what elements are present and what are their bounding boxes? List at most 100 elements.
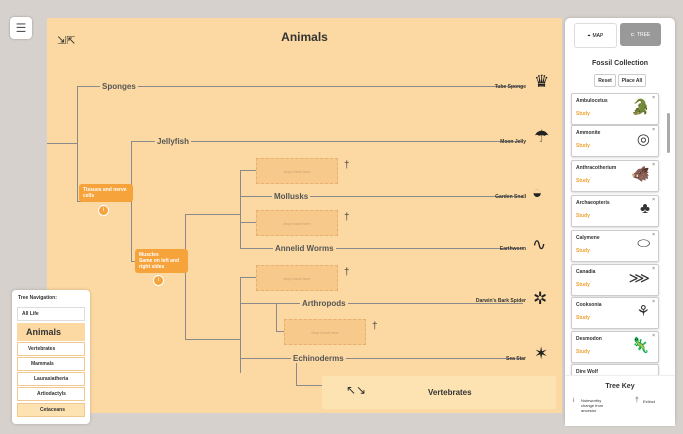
- spider-icon: ✲: [533, 289, 548, 308]
- leaf-tube-sponge: Tube Sponge: [494, 84, 526, 90]
- menu-icon: ☰: [15, 21, 27, 35]
- close-icon[interactable]: ×: [652, 299, 655, 305]
- info-icon: i: [573, 398, 575, 404]
- fossil-name: Canadia: [576, 269, 596, 275]
- jellyfish-icon: ☂: [534, 127, 550, 146]
- study-link[interactable]: Study: [576, 349, 590, 355]
- fossil-card[interactable]: Anthracotherium Study × 🐗: [571, 160, 659, 192]
- ammonite-icon: ◎: [636, 131, 650, 148]
- fossil-card[interactable]: Ammonite Study × ◎: [571, 125, 659, 157]
- close-icon[interactable]: ×: [652, 232, 655, 238]
- study-link[interactable]: Study: [576, 213, 590, 219]
- clade-echinoderms[interactable]: Echinoderms: [291, 354, 346, 363]
- nav-item-mammals[interactable]: Mammals: [17, 357, 85, 371]
- study-link[interactable]: Study: [576, 315, 590, 321]
- fossil-name: Archaeopteris: [576, 200, 610, 206]
- extinct-dagger-icon: †: [635, 397, 639, 404]
- fossil-sidebar: ⌖ MAP ⊏ TREE Fossil Collection Reset Place…: [565, 18, 675, 426]
- fossil-name: Ammonite: [576, 130, 601, 136]
- node-muscles[interactable]: Muscles Same on left and right sides: [135, 249, 188, 273]
- nav-item-vertebrates[interactable]: Vertebrates: [17, 342, 85, 356]
- close-icon[interactable]: ×: [652, 266, 655, 272]
- fossil-card[interactable]: Archaeopteris Study × ♣: [571, 195, 659, 227]
- leaf-moon-jelly: Moon Jelly: [500, 139, 526, 145]
- expand-arrows-icon[interactable]: ↖↘: [346, 383, 366, 397]
- clade-jellyfish[interactable]: Jellyfish: [155, 137, 192, 146]
- study-link[interactable]: Study: [576, 248, 590, 254]
- extinct-dagger-icon: †: [344, 212, 350, 223]
- nav-item-all-life[interactable]: All Life: [17, 307, 85, 321]
- tree-icon: ⊏: [630, 31, 635, 38]
- sea-star-icon: ✶: [534, 344, 549, 363]
- nav-item-animals[interactable]: Animals: [17, 323, 85, 341]
- close-icon[interactable]: ×: [652, 95, 655, 101]
- calymene-icon: ⬭: [637, 235, 650, 252]
- tree-navigation: Tree Navigation: All Life Animals Verteb…: [12, 290, 90, 424]
- snail-icon: ◒: [532, 183, 543, 202]
- key-extinct-text: Extinct: [643, 399, 656, 404]
- scrollbar[interactable]: [667, 113, 670, 153]
- map-icon: ⌖: [587, 32, 591, 39]
- close-icon[interactable]: ×: [652, 127, 655, 133]
- fossil-drop-zone[interactable]: drop fossil here: [256, 265, 338, 291]
- clade-mollusks[interactable]: Mollusks: [272, 192, 311, 201]
- ambulocetus-icon: 🐊: [631, 99, 650, 116]
- clade-arthropods[interactable]: Arthropods: [300, 299, 348, 308]
- fossil-drop-zone[interactable]: drop fossil here: [284, 319, 366, 345]
- fossil-drop-zone[interactable]: drop fossil here: [256, 158, 338, 184]
- leaf-earthworm: Earthworm: [499, 246, 526, 252]
- close-icon[interactable]: ×: [652, 197, 655, 203]
- study-link[interactable]: Study: [576, 143, 590, 149]
- anthracotherium-icon: 🐗: [631, 166, 650, 183]
- node-tissues[interactable]: Tissues and nerve cells: [79, 184, 133, 202]
- info-icon[interactable]: i: [153, 275, 164, 286]
- clade-sponges[interactable]: Sponges: [100, 82, 138, 91]
- fossil-card[interactable]: Calymene Study × ⬭: [571, 230, 659, 262]
- tree-key-panel: Tree Key i Noteworthy change from ancest…: [565, 375, 675, 426]
- fossil-card[interactable]: Ambulocetus Study × 🐊: [571, 93, 659, 125]
- node-symmetry-text: Same on left and right sides: [139, 258, 180, 270]
- fossil-name: Calymene: [576, 235, 600, 241]
- reset-button[interactable]: Reset: [594, 74, 616, 87]
- leaf-sea-star: Sea Star: [505, 356, 526, 362]
- nav-heading: Tree Navigation:: [18, 295, 57, 301]
- leaf-spider: Darwin's Bark Spider: [475, 298, 526, 304]
- fossil-card[interactable]: Cooksonia Study × ⚘: [571, 297, 659, 329]
- fossil-name: Anthracotherium: [576, 165, 617, 171]
- menu-button[interactable]: ☰: [10, 17, 32, 39]
- study-link[interactable]: Study: [576, 111, 590, 117]
- study-link[interactable]: Study: [576, 178, 590, 184]
- cooksonia-icon: ⚘: [636, 303, 650, 320]
- tab-map[interactable]: ⌖ MAP: [574, 23, 617, 48]
- info-icon[interactable]: i: [98, 205, 109, 216]
- nav-item-cetaceans[interactable]: Cetaceans: [17, 403, 85, 417]
- canvas-title: Animals: [281, 30, 328, 44]
- nav-item-laurasiatheria[interactable]: Laurasiatheria: [17, 372, 85, 386]
- nav-item-artiodactyls[interactable]: Artiodactyls: [17, 387, 85, 401]
- fossil-name: Cooksonia: [576, 302, 602, 308]
- tab-tree[interactable]: ⊏ TREE: [620, 23, 661, 46]
- canadia-icon: ⋙: [628, 270, 650, 287]
- extinct-dagger-icon: †: [372, 321, 378, 332]
- study-link[interactable]: Study: [576, 282, 590, 288]
- fossil-card[interactable]: Desmodon Study × 🦎: [571, 331, 659, 363]
- fossil-name: Desmodon: [576, 336, 602, 342]
- tab-tree-label: TREE: [636, 31, 651, 38]
- tree-key-heading: Tree Key: [605, 383, 635, 390]
- clade-annelid[interactable]: Annelid Worms: [273, 244, 336, 253]
- leaf-garden-snail: Garden Snail: [495, 194, 526, 200]
- tab-map-label: MAP: [592, 32, 604, 39]
- tube-sponge-icon: ♛: [534, 72, 550, 91]
- vertebrates-title: Vertebrates: [428, 388, 472, 397]
- fossil-drop-zone[interactable]: drop fossil here: [256, 210, 338, 236]
- close-icon[interactable]: ×: [652, 333, 655, 339]
- fossil-card[interactable]: Canadia Study × ⋙: [571, 264, 659, 296]
- extinct-dagger-icon: †: [344, 160, 350, 171]
- extinct-dagger-icon: †: [344, 267, 350, 278]
- place-all-button[interactable]: Place All: [618, 74, 646, 87]
- worm-icon: ∿: [532, 235, 547, 254]
- close-icon[interactable]: ×: [652, 162, 655, 168]
- fossil-name: Ambulocetus: [576, 98, 608, 104]
- archaeopteris-icon: ♣: [640, 200, 650, 217]
- key-info-text: Noteworthy change from ancestor: [581, 398, 604, 413]
